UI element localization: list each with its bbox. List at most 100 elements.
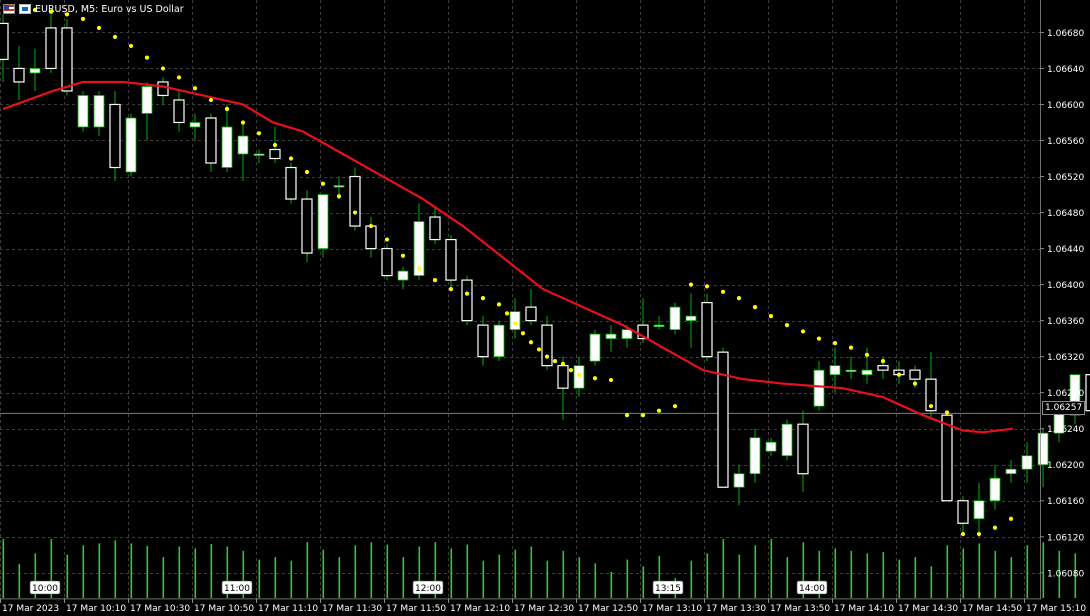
sar-dot xyxy=(384,237,390,242)
candle xyxy=(1069,374,1081,425)
sar-dot xyxy=(784,323,790,328)
volume-bar xyxy=(370,542,373,598)
volume-bar xyxy=(898,559,901,598)
sar-dot xyxy=(832,341,838,346)
sar-dot xyxy=(96,25,102,31)
time-tick-label: 17 Mar 10:50 xyxy=(194,604,254,614)
candle xyxy=(477,316,489,366)
candle xyxy=(573,356,585,398)
volume-bar xyxy=(290,560,293,598)
candle xyxy=(653,316,665,330)
period-separator-label: 11:00 xyxy=(224,584,250,594)
candle xyxy=(525,289,537,326)
sar-dot xyxy=(944,410,950,415)
candle xyxy=(173,90,185,132)
volume-bar xyxy=(882,552,885,598)
chart-timeframe-icon[interactable] xyxy=(19,4,31,14)
candle-body-bear xyxy=(541,324,553,367)
candle-body-bear xyxy=(0,22,9,61)
candle xyxy=(0,14,9,82)
candle xyxy=(781,419,793,461)
candle-body-bear xyxy=(301,198,313,254)
candle-body-bear xyxy=(909,369,921,380)
candle xyxy=(61,18,73,96)
price-tick-label: 1.06680 xyxy=(1047,29,1084,39)
candle xyxy=(93,90,105,136)
volume-bar xyxy=(850,550,853,598)
candle-body-bear xyxy=(941,414,953,502)
volume-bar xyxy=(946,545,949,598)
candle xyxy=(701,293,713,362)
candle-body-bear xyxy=(109,103,121,169)
sar-dot xyxy=(960,531,966,537)
price-chart[interactable]: 1.06680 1.06640 1.06600 1.06560 1.06520 1.064… xyxy=(0,0,1090,616)
volume-bar xyxy=(338,557,341,598)
candle xyxy=(749,428,761,483)
candle xyxy=(989,464,1001,510)
sar-dot xyxy=(640,413,646,418)
volume-bar xyxy=(98,543,101,598)
candle xyxy=(493,320,505,362)
volume-histogram xyxy=(2,539,1077,598)
candle-body-bear xyxy=(477,324,489,358)
price-tick-label: 1.06600 xyxy=(1047,101,1084,111)
period-separator-label: 13:15 xyxy=(655,584,681,594)
volume-bar xyxy=(466,544,469,598)
period-separator: 10:00 xyxy=(29,580,61,595)
sar-dot xyxy=(432,277,438,283)
volume-bar xyxy=(754,545,757,598)
price-tick-label: 1.06280 xyxy=(1047,389,1084,399)
candle xyxy=(957,496,969,533)
time-tick-label: 17 Mar 15:10 xyxy=(1026,604,1086,614)
candle-body-bull xyxy=(781,423,793,457)
candle-body-bull xyxy=(813,369,825,407)
sar-dot xyxy=(536,347,542,352)
candle-body-bear xyxy=(1085,374,1090,412)
candle xyxy=(669,302,681,335)
candle xyxy=(397,266,409,290)
price-tick-label: 1.06080 xyxy=(1047,569,1084,579)
volume-bar xyxy=(914,557,917,598)
sar-dot xyxy=(880,359,886,364)
candle xyxy=(125,113,137,177)
sar-dot xyxy=(192,86,198,91)
period-separator: 11:00 xyxy=(221,580,253,595)
volume-bar xyxy=(642,566,645,598)
sar-dot xyxy=(144,55,150,60)
candle-body-bull xyxy=(653,324,665,328)
sar-dot xyxy=(208,97,214,103)
candle-body-bear xyxy=(173,99,185,124)
time-axis[interactable]: 17 Mar 2023 17 Mar 10:10 17 Mar 10:30 17 Ma… xyxy=(0,598,1087,614)
price-tick-label: 1.06360 xyxy=(1047,317,1084,327)
volume-bar xyxy=(402,557,405,598)
candle xyxy=(109,90,121,182)
candle xyxy=(605,325,617,353)
volume-bar xyxy=(514,549,517,598)
time-tick-label: 17 Mar 13:30 xyxy=(706,604,766,614)
candle xyxy=(29,48,41,91)
sar-dot xyxy=(352,210,358,215)
candle-body-bull xyxy=(77,95,89,128)
candle-body-bear xyxy=(205,117,217,164)
sar-dot xyxy=(656,408,662,413)
sar-dot xyxy=(512,321,518,326)
candle xyxy=(13,45,25,100)
period-separator: 14:00 xyxy=(796,580,828,595)
sar-dot xyxy=(560,361,566,366)
volume-bar xyxy=(930,566,933,598)
sar-dot xyxy=(528,340,534,345)
price-axis[interactable]: 1.06680 1.06640 1.06600 1.06560 1.06520 1.064… xyxy=(1040,29,1084,579)
candle xyxy=(317,194,329,258)
candle-body-bull xyxy=(317,194,329,249)
price-tick-label: 1.06240 xyxy=(1047,425,1084,435)
candle-body-bear xyxy=(797,423,809,475)
price-axis-border xyxy=(1040,0,1041,599)
candle-body-bull xyxy=(189,122,201,128)
sar-dot xyxy=(272,142,278,148)
candle-body-bull xyxy=(861,369,873,376)
candle-body-bear xyxy=(157,81,169,97)
sar-dot xyxy=(504,311,510,316)
time-tick-label: 17 Mar 13:10 xyxy=(642,604,702,614)
candle-body-bear xyxy=(525,306,537,322)
candle-body-bull xyxy=(845,369,857,373)
